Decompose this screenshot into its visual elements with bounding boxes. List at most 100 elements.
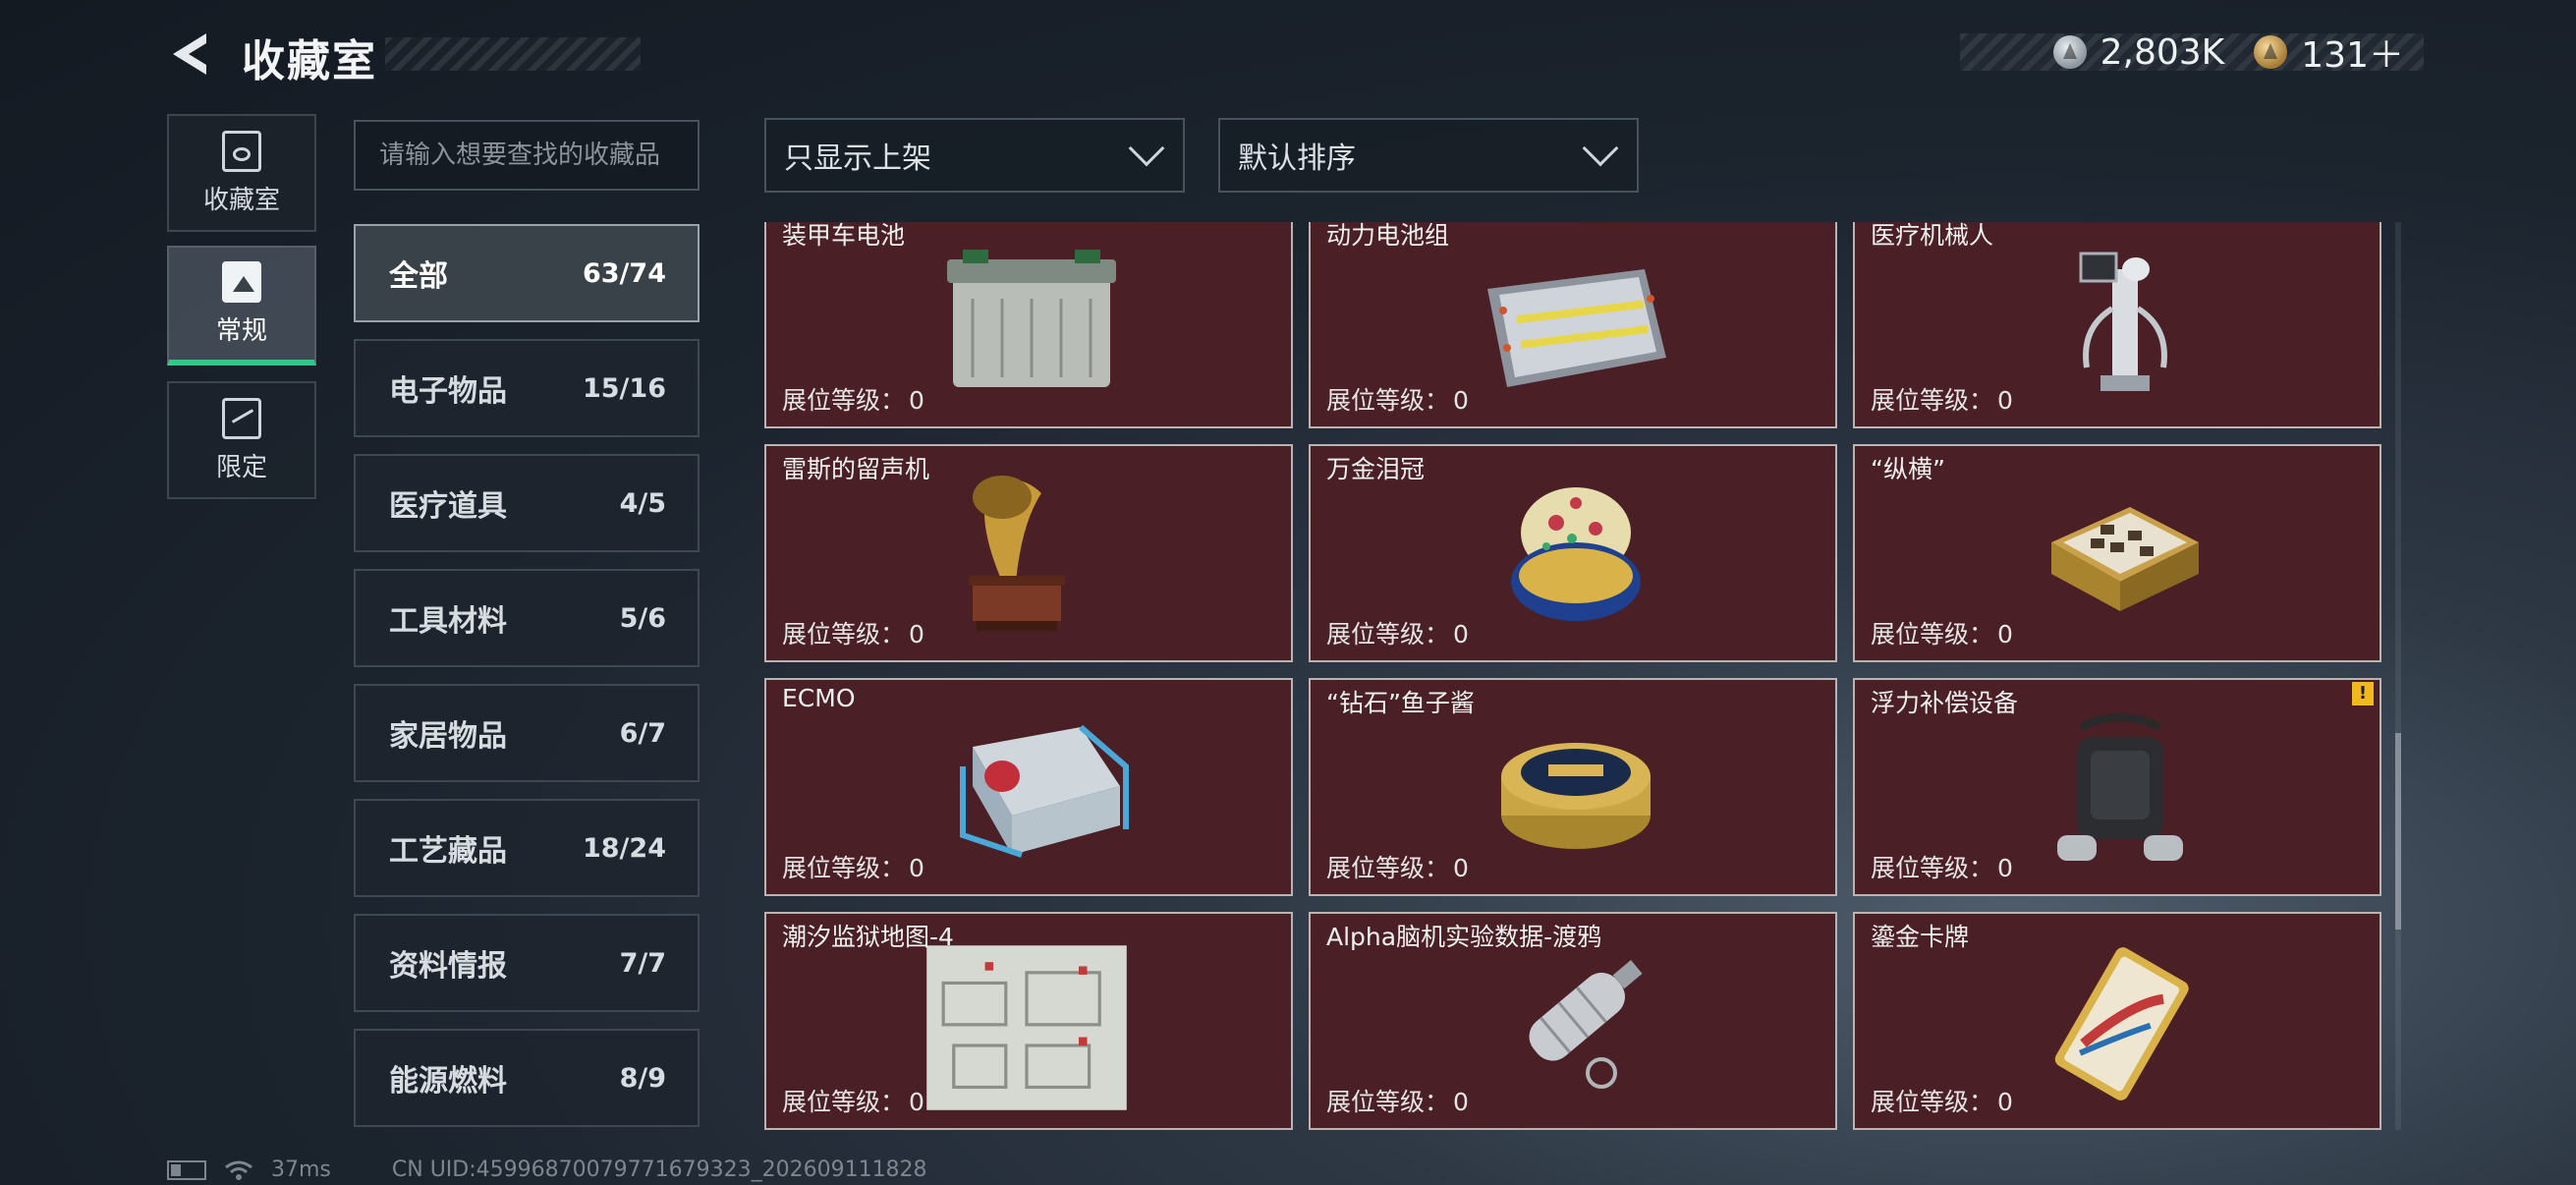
collection-grid[interactable]: 装甲车电池 展位等级： 0 动力电池组 展位等级： 0 医疗机械人 展位等级： … xyxy=(764,222,2383,1130)
subcategory-count: 6/7 xyxy=(619,717,666,749)
item-name: Alpha脑机实验数据-渡鸦 xyxy=(1326,923,1602,951)
item-name: 动力电池组 xyxy=(1326,222,1450,250)
item-card[interactable]: 动力电池组 展位等级： 0 xyxy=(1309,222,1837,428)
dropdown-value: 默认排序 xyxy=(1238,141,1356,176)
item-name: 鎏金卡牌 xyxy=(1871,923,1970,951)
silver-coin-icon xyxy=(2052,35,2087,69)
item-card[interactable]: 浮力补偿设备 ! 展位等级： 0 xyxy=(1853,678,2381,896)
item-level: 展位等级： 0 xyxy=(782,854,924,882)
subcategory-count: 8/9 xyxy=(619,1062,666,1094)
subcategory-label: 医疗道具 xyxy=(389,489,507,524)
scrollbar-thumb[interactable] xyxy=(2395,733,2401,930)
subcategory-medical[interactable]: 医疗道具 4/5 xyxy=(354,454,700,552)
warning-badge-icon: ! xyxy=(2352,682,2374,705)
item-name: 雷斯的留声机 xyxy=(782,455,930,483)
subcategory-household[interactable]: 家居物品 6/7 xyxy=(354,684,700,782)
medical-robot-icon xyxy=(2079,252,2167,391)
item-name: “纵横” xyxy=(1871,455,1945,483)
sort-dropdown[interactable]: 默认排序 xyxy=(1218,118,1639,193)
item-card[interactable]: “钻石”鱼子酱 展位等级： 0 xyxy=(1309,678,1837,896)
user-uid: CN UID:45996870079771679323_202609111828 xyxy=(391,1157,927,1182)
silver-currency-value: 2,803K xyxy=(2100,31,2225,73)
subcategory-label: 资料情报 xyxy=(389,949,507,984)
regular-icon xyxy=(222,260,261,303)
item-card[interactable]: 雷斯的留声机 展位等级： 0 xyxy=(764,444,1293,662)
item-name: 医疗机械人 xyxy=(1871,222,1994,250)
buoyancy-device-icon xyxy=(2057,713,2183,861)
subcategory-count: 18/24 xyxy=(582,832,666,864)
wifi-icon xyxy=(224,1159,253,1181)
chevron-down-icon xyxy=(1128,130,1165,167)
subcategory-crafts[interactable]: 工艺藏品 18/24 xyxy=(354,799,700,897)
subcategory-label: 工艺藏品 xyxy=(389,834,507,869)
item-level: 展位等级： 0 xyxy=(782,620,924,649)
gilded-card-icon xyxy=(2054,947,2189,1100)
rail-tab-collection-room[interactable]: 收藏室 xyxy=(167,114,316,232)
item-card[interactable]: ECMO 展位等级： 0 xyxy=(764,678,1293,896)
dropdown-value: 只显示上架 xyxy=(784,141,931,176)
subcategory-count: 63/74 xyxy=(582,257,666,289)
subcategory-label: 能源燃料 xyxy=(389,1064,507,1099)
item-level: 展位等级： 0 xyxy=(1326,386,1469,415)
chess-box-icon xyxy=(2051,507,2199,611)
back-arrow-icon xyxy=(173,33,206,75)
item-name: ECMO xyxy=(782,684,856,712)
collection-room-icon xyxy=(222,130,261,172)
gramophone-icon xyxy=(969,476,1065,631)
subcategory-count: 4/5 xyxy=(619,487,666,519)
ping-value: 37ms xyxy=(271,1157,331,1182)
subcategory-label: 全部 xyxy=(389,259,448,294)
item-level: 展位等级： 0 xyxy=(1871,1088,2013,1116)
item-name: “钻石”鱼子酱 xyxy=(1326,689,1475,717)
subcategory-count: 15/16 xyxy=(582,372,666,404)
data-capsule-icon xyxy=(1529,960,1643,1089)
subcategory-count: 7/7 xyxy=(619,947,666,979)
item-level: 展位等级： 0 xyxy=(782,386,924,415)
item-name: 潮汐监狱地图-4 xyxy=(782,923,954,951)
item-card[interactable]: 装甲车电池 展位等级： 0 xyxy=(764,222,1293,428)
rail-tab-label: 收藏室 xyxy=(202,185,280,215)
item-level: 展位等级： 0 xyxy=(1326,854,1469,882)
item-card[interactable]: 医疗机械人 展位等级： 0 xyxy=(1853,222,2381,428)
item-card[interactable]: 鎏金卡牌 展位等级： 0 xyxy=(1853,912,2381,1130)
limited-icon xyxy=(222,397,261,439)
subcategory-tools[interactable]: 工具材料 5/6 xyxy=(354,569,700,667)
subcategory-label: 工具材料 xyxy=(389,604,507,639)
item-level: 展位等级： 0 xyxy=(1871,620,2013,649)
item-card[interactable]: “纵横” 展位等级： 0 xyxy=(1853,444,2381,662)
shelf-filter-dropdown[interactable]: 只显示上架 xyxy=(764,118,1185,193)
subcategory-electronics[interactable]: 电子物品 15/16 xyxy=(354,339,700,437)
rail-tab-label: 常规 xyxy=(215,315,267,346)
grid-scrollbar[interactable] xyxy=(2395,222,2401,1130)
armored-battery-icon xyxy=(947,250,1116,387)
subcategory-label: 电子物品 xyxy=(389,374,507,409)
item-card[interactable]: Alpha脑机实验数据-渡鸦 展位等级： 0 xyxy=(1309,912,1837,1130)
status-footer: 37ms CN UID:45996870079771679323_2026091… xyxy=(167,1157,927,1182)
page-title: 收藏室 xyxy=(242,36,377,86)
subcategory-count: 5/6 xyxy=(619,602,666,634)
back-button[interactable] xyxy=(167,29,216,79)
jeweled-egg-icon xyxy=(1511,487,1641,621)
rail-tab-regular[interactable]: 常规 xyxy=(167,246,316,366)
caviar-tin-icon xyxy=(1501,743,1651,849)
chevron-down-icon xyxy=(1582,130,1619,167)
item-card[interactable]: 万金泪冠 展位等级： 0 xyxy=(1309,444,1837,662)
search-input[interactable] xyxy=(354,120,700,191)
title-decoration xyxy=(385,37,641,71)
subcategory-all[interactable]: 全部 63/74 xyxy=(354,224,700,322)
subcategory-intel[interactable]: 资料情报 7/7 xyxy=(354,914,700,1012)
item-name: 浮力补偿设备 xyxy=(1871,689,2019,717)
item-level: 展位等级： 0 xyxy=(1326,1088,1469,1116)
subcategory-label: 家居物品 xyxy=(389,719,507,754)
item-card[interactable]: 潮汐监狱地图-4 展位等级： 0 xyxy=(764,912,1293,1130)
subcategory-energy[interactable]: 能源燃料 8/9 xyxy=(354,1029,700,1127)
battery-icon xyxy=(167,1159,206,1180)
item-name: 装甲车电池 xyxy=(782,222,906,250)
item-level: 展位等级： 0 xyxy=(782,1088,924,1116)
item-level: 展位等级： 0 xyxy=(1871,854,2013,882)
item-name: 万金泪冠 xyxy=(1326,455,1426,483)
gold-currency-value[interactable]: 131＋ xyxy=(2301,27,2404,78)
rail-tab-limited[interactable]: 限定 xyxy=(167,381,316,499)
gold-coin-icon xyxy=(2254,35,2288,69)
ecmo-machine-icon xyxy=(960,724,1129,858)
